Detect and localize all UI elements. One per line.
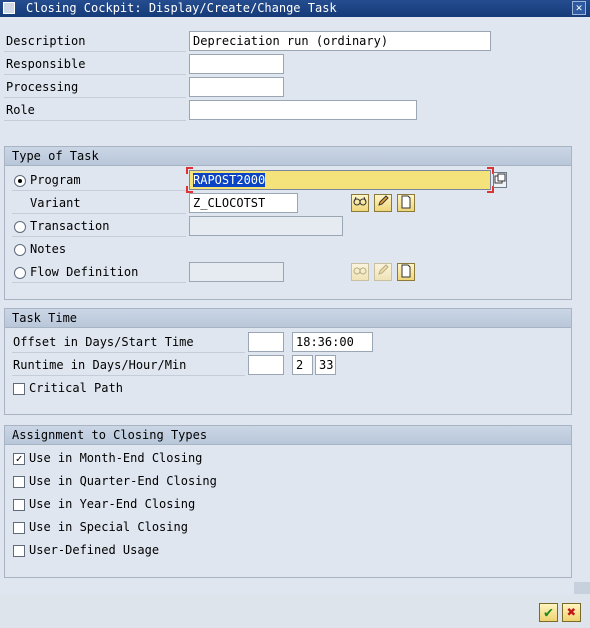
- runtime-minutes-field[interactable]: 33: [315, 355, 336, 375]
- critical-path-checkbox[interactable]: [13, 383, 25, 395]
- transaction-label-box: [12, 216, 186, 237]
- pencil-icon-svg: [378, 195, 389, 206]
- runtime-hours-field[interactable]: 2: [292, 355, 313, 375]
- cancel-button[interactable]: ✖: [562, 603, 581, 622]
- assignment-header: Assignment to Closing Types: [5, 426, 571, 445]
- focus-corner-bl: [186, 186, 193, 193]
- glasses-icon-svg: [353, 267, 367, 275]
- window-titlebar: Closing Cockpit: Display/Create/Change T…: [0, 0, 590, 17]
- task-time-header: Task Time: [5, 309, 571, 328]
- special-closing-label: Use in Special Closing: [29, 520, 188, 534]
- dialog-footer: ✔ ✖: [0, 594, 590, 628]
- runtime-days-field[interactable]: [248, 355, 284, 375]
- special-closing-checkbox[interactable]: [13, 522, 25, 534]
- app-icon: [3, 2, 15, 14]
- flow-definition-field[interactable]: [189, 262, 284, 282]
- processing-label: Processing: [6, 80, 79, 94]
- start-time-field[interactable]: 18:36:00: [292, 332, 373, 352]
- glasses-icon-svg: [353, 196, 367, 206]
- month-end-checkbox[interactable]: ✓: [13, 453, 25, 465]
- program-label-box: [12, 170, 186, 191]
- month-end-label: Use in Month-End Closing: [29, 451, 203, 465]
- runtime-label-box: [12, 355, 245, 376]
- confirm-button[interactable]: ✔: [539, 603, 558, 622]
- user-defined-label: User-Defined Usage: [29, 543, 160, 557]
- variant-label-box: [12, 193, 186, 214]
- program-value: RAPOST2000: [193, 173, 266, 187]
- variant-field[interactable]: Z_CLOCOTST: [189, 193, 298, 213]
- type-of-task-header: Type of Task: [5, 147, 571, 166]
- pencil-icon-svg: [378, 264, 389, 275]
- notes-radio[interactable]: [14, 244, 26, 256]
- quarter-end-label: Use in Quarter-End Closing: [29, 474, 217, 488]
- program-field[interactable]: RAPOST2000: [189, 170, 491, 190]
- close-window-button[interactable]: ✕: [572, 1, 586, 15]
- window-title: Closing Cockpit: Display/Create/Change T…: [26, 1, 337, 15]
- critical-path-label: Critical Path: [29, 381, 123, 395]
- role-label: Role: [6, 103, 35, 117]
- responsible-field[interactable]: [189, 54, 284, 74]
- copy-icon-svg: [494, 173, 506, 184]
- copy-icon[interactable]: [493, 172, 507, 188]
- year-end-checkbox[interactable]: [13, 499, 25, 511]
- quarter-end-checkbox[interactable]: [13, 476, 25, 488]
- new-document-icon[interactable]: [397, 263, 415, 281]
- focus-corner-tl: [186, 167, 193, 174]
- notes-label: Notes: [30, 242, 67, 256]
- processing-field[interactable]: [189, 77, 284, 97]
- role-field[interactable]: [189, 100, 417, 120]
- description-label: Description: [6, 34, 86, 48]
- user-defined-checkbox[interactable]: [13, 545, 25, 557]
- flow-definition-label-box: [12, 262, 186, 283]
- description-field[interactable]: Depreciation run (ordinary): [189, 31, 491, 51]
- pencil-icon[interactable]: [374, 194, 392, 212]
- new-document-icon-svg: [401, 195, 411, 209]
- new-document-icon-svg: [401, 264, 411, 278]
- year-end-label: Use in Year-End Closing: [29, 497, 196, 511]
- pencil-icon: [374, 263, 392, 281]
- glasses-icon[interactable]: [351, 194, 369, 212]
- offset-label-box: [12, 332, 245, 353]
- offset-days-field[interactable]: [248, 332, 284, 352]
- new-document-icon[interactable]: [397, 194, 415, 212]
- transaction-field[interactable]: [189, 216, 343, 236]
- responsible-label: Responsible: [6, 57, 86, 71]
- glasses-icon: [351, 263, 369, 281]
